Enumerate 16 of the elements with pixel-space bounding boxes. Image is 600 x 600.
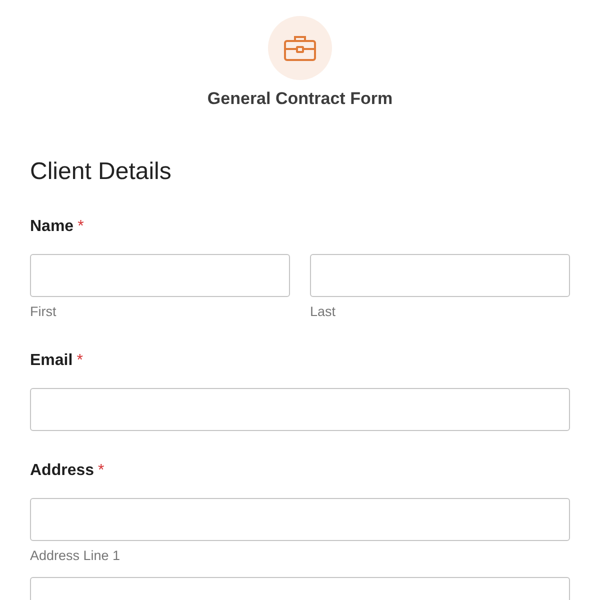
field-label: Name xyxy=(30,218,74,236)
field-label: Email xyxy=(30,352,73,370)
input-field[interactable] xyxy=(30,254,290,297)
field-sublabel: Address Line 1 xyxy=(30,547,122,565)
required-mark: * xyxy=(76,352,83,370)
input-field[interactable] xyxy=(30,388,570,431)
field-sublabel: Last xyxy=(310,303,337,321)
required-mark: * xyxy=(78,218,84,236)
field-label: Address xyxy=(30,462,94,480)
form-title: General Contract Form xyxy=(207,89,393,109)
input-field[interactable] xyxy=(310,254,570,297)
field-sublabel: First xyxy=(30,303,58,321)
required-mark: * xyxy=(98,462,104,480)
input-field[interactable] xyxy=(30,498,570,541)
briefcase-icon xyxy=(283,34,317,62)
section-heading: Client Details xyxy=(30,157,172,187)
